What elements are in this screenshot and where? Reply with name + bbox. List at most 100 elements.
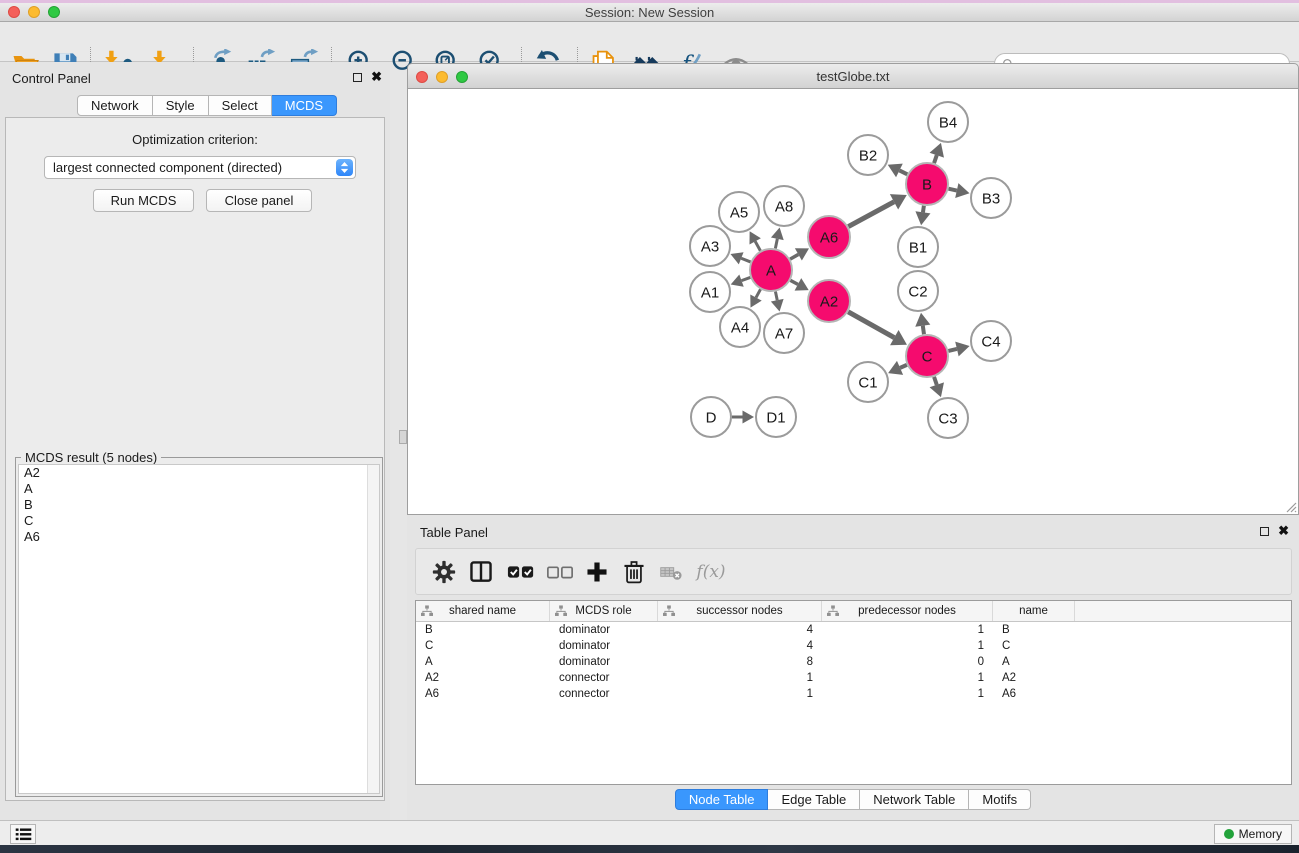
graph-node-C[interactable]: C	[906, 335, 948, 377]
float-panel-icon[interactable]	[353, 73, 362, 82]
table-cell[interactable]: connector	[550, 670, 658, 686]
result-item[interactable]: A	[19, 481, 379, 497]
graph-edge-B-B2[interactable]	[899, 170, 907, 174]
table-cell[interactable]: dominator	[550, 622, 658, 638]
column-header-name[interactable]: name	[993, 601, 1075, 621]
graph-edge-C-C3[interactable]	[934, 377, 937, 385]
table-cell[interactable]: connector	[550, 686, 658, 702]
table-row[interactable]: Cdominator41C	[416, 638, 1291, 654]
graph-node-A[interactable]: A	[750, 249, 792, 291]
table-cell[interactable]: A	[993, 654, 1075, 670]
tab-network-table[interactable]: Network Table	[860, 789, 969, 810]
tab-node-table[interactable]: Node Table	[675, 789, 769, 810]
tab-motifs[interactable]: Motifs	[969, 789, 1031, 810]
graph-node-A3[interactable]: A3	[690, 226, 730, 266]
table-cell[interactable]: A	[416, 654, 550, 670]
graph-node-A4[interactable]: A4	[720, 307, 760, 347]
column-header-successor-nodes[interactable]: successor nodes	[658, 601, 822, 621]
graph-edge-B-B3[interactable]	[948, 189, 956, 191]
delete-column-icon[interactable]	[619, 557, 649, 587]
table-cell[interactable]: A2	[416, 670, 550, 686]
graph-edge-A-A6[interactable]	[790, 254, 798, 259]
table-cell[interactable]: 1	[822, 670, 993, 686]
table-cell[interactable]: A2	[993, 670, 1075, 686]
table-cell[interactable]: A6	[416, 686, 550, 702]
table-cell[interactable]: 4	[658, 638, 822, 654]
memory-button[interactable]: Memory	[1214, 824, 1292, 844]
graph-edge-C-C1[interactable]	[900, 365, 907, 368]
graph-node-A8[interactable]: A8	[764, 186, 804, 226]
select-all-icon[interactable]	[506, 557, 536, 587]
table-cell[interactable]: 1	[822, 622, 993, 638]
resize-grip-icon[interactable]	[1284, 500, 1297, 513]
table-cell[interactable]: B	[416, 622, 550, 638]
table-cell[interactable]: 1	[822, 686, 993, 702]
graph-node-D[interactable]: D	[691, 397, 731, 437]
column-header-MCDS-role[interactable]: MCDS role	[550, 601, 658, 621]
tab-style[interactable]: Style	[153, 95, 209, 116]
close-panel-icon[interactable]: ✖	[1278, 526, 1289, 536]
graph-edge-A2-C[interactable]	[848, 312, 894, 338]
tab-mcds[interactable]: MCDS	[272, 95, 337, 116]
float-panel-icon[interactable]	[1260, 527, 1269, 536]
graph-node-A7[interactable]: A7	[764, 313, 804, 353]
graph-node-C4[interactable]: C4	[971, 321, 1011, 361]
graph-edge-B-B1[interactable]	[923, 206, 924, 213]
close-panel-icon[interactable]: ✖	[371, 72, 382, 82]
close-panel-button[interactable]: Close panel	[206, 189, 312, 212]
table-cell[interactable]: dominator	[550, 654, 658, 670]
graph-edge-A-A8[interactable]	[775, 239, 777, 249]
task-history-button[interactable]	[10, 824, 36, 844]
graph-node-B[interactable]: B	[906, 163, 948, 205]
panel-splitter-handle[interactable]	[399, 430, 407, 444]
graph-edge-A-A7[interactable]	[775, 292, 777, 301]
table-cell[interactable]: 4	[658, 622, 822, 638]
graph-edge-A-A2[interactable]	[790, 280, 798, 284]
table-cell[interactable]: C	[416, 638, 550, 654]
graph-node-C1[interactable]: C1	[848, 362, 888, 402]
table-row[interactable]: Bdominator41B	[416, 622, 1291, 638]
graph-edge-A6-B[interactable]	[848, 202, 894, 227]
tab-network[interactable]: Network	[77, 95, 153, 116]
table-cell[interactable]: A6	[993, 686, 1075, 702]
show-columns-icon[interactable]	[466, 557, 496, 587]
graph-edge-A-A3[interactable]	[741, 258, 750, 262]
result-scrollbar[interactable]	[367, 465, 379, 793]
graph-edge-C-C4[interactable]	[948, 349, 957, 351]
graph-node-A1[interactable]: A1	[690, 272, 730, 312]
result-item[interactable]: A6	[19, 529, 379, 545]
graph-node-A2[interactable]: A2	[808, 280, 850, 322]
result-item[interactable]: A2	[19, 465, 379, 481]
mcds-result-list[interactable]: A2ABCA6	[18, 464, 380, 794]
graph-node-B4[interactable]: B4	[928, 102, 968, 142]
run-mcds-button[interactable]: Run MCDS	[93, 189, 194, 212]
tab-select[interactable]: Select	[209, 95, 272, 116]
table-row[interactable]: A6connector11A6	[416, 686, 1291, 702]
graph-edge-B-B4[interactable]	[934, 155, 937, 163]
graph-node-C2[interactable]: C2	[898, 271, 938, 311]
table-cell[interactable]: C	[993, 638, 1075, 654]
column-header-shared-name[interactable]: shared name	[416, 601, 550, 621]
result-item[interactable]: C	[19, 513, 379, 529]
column-header-predecessor-nodes[interactable]: predecessor nodes	[822, 601, 993, 621]
network-canvas[interactable]: B4B2BB3A5A8A6A3B1AA1C2A2A4A7C4CC1C3DD1	[407, 89, 1299, 515]
graph-edge-A-A4[interactable]	[756, 289, 760, 297]
table-row[interactable]: A2connector11A2	[416, 670, 1291, 686]
table-row[interactable]: Adominator80A	[416, 654, 1291, 670]
table-cell[interactable]: dominator	[550, 638, 658, 654]
graph-node-A5[interactable]: A5	[719, 192, 759, 232]
tab-edge-table[interactable]: Edge Table	[768, 789, 860, 810]
criterion-dropdown[interactable]: largest connected component (directed)	[44, 156, 356, 179]
gear-icon[interactable]	[429, 557, 459, 587]
graph-node-B1[interactable]: B1	[898, 227, 938, 267]
graph-node-D1[interactable]: D1	[756, 397, 796, 437]
deselect-all-icon[interactable]	[545, 557, 575, 587]
table-cell[interactable]: 1	[658, 670, 822, 686]
table-cell[interactable]: 0	[822, 654, 993, 670]
table-cell[interactable]: 1	[822, 638, 993, 654]
graph-edge-C-C2[interactable]	[923, 326, 924, 335]
table-cell[interactable]: 1	[658, 686, 822, 702]
add-column-icon[interactable]	[582, 557, 612, 587]
graph-node-B3[interactable]: B3	[971, 178, 1011, 218]
table-cell[interactable]: 8	[658, 654, 822, 670]
